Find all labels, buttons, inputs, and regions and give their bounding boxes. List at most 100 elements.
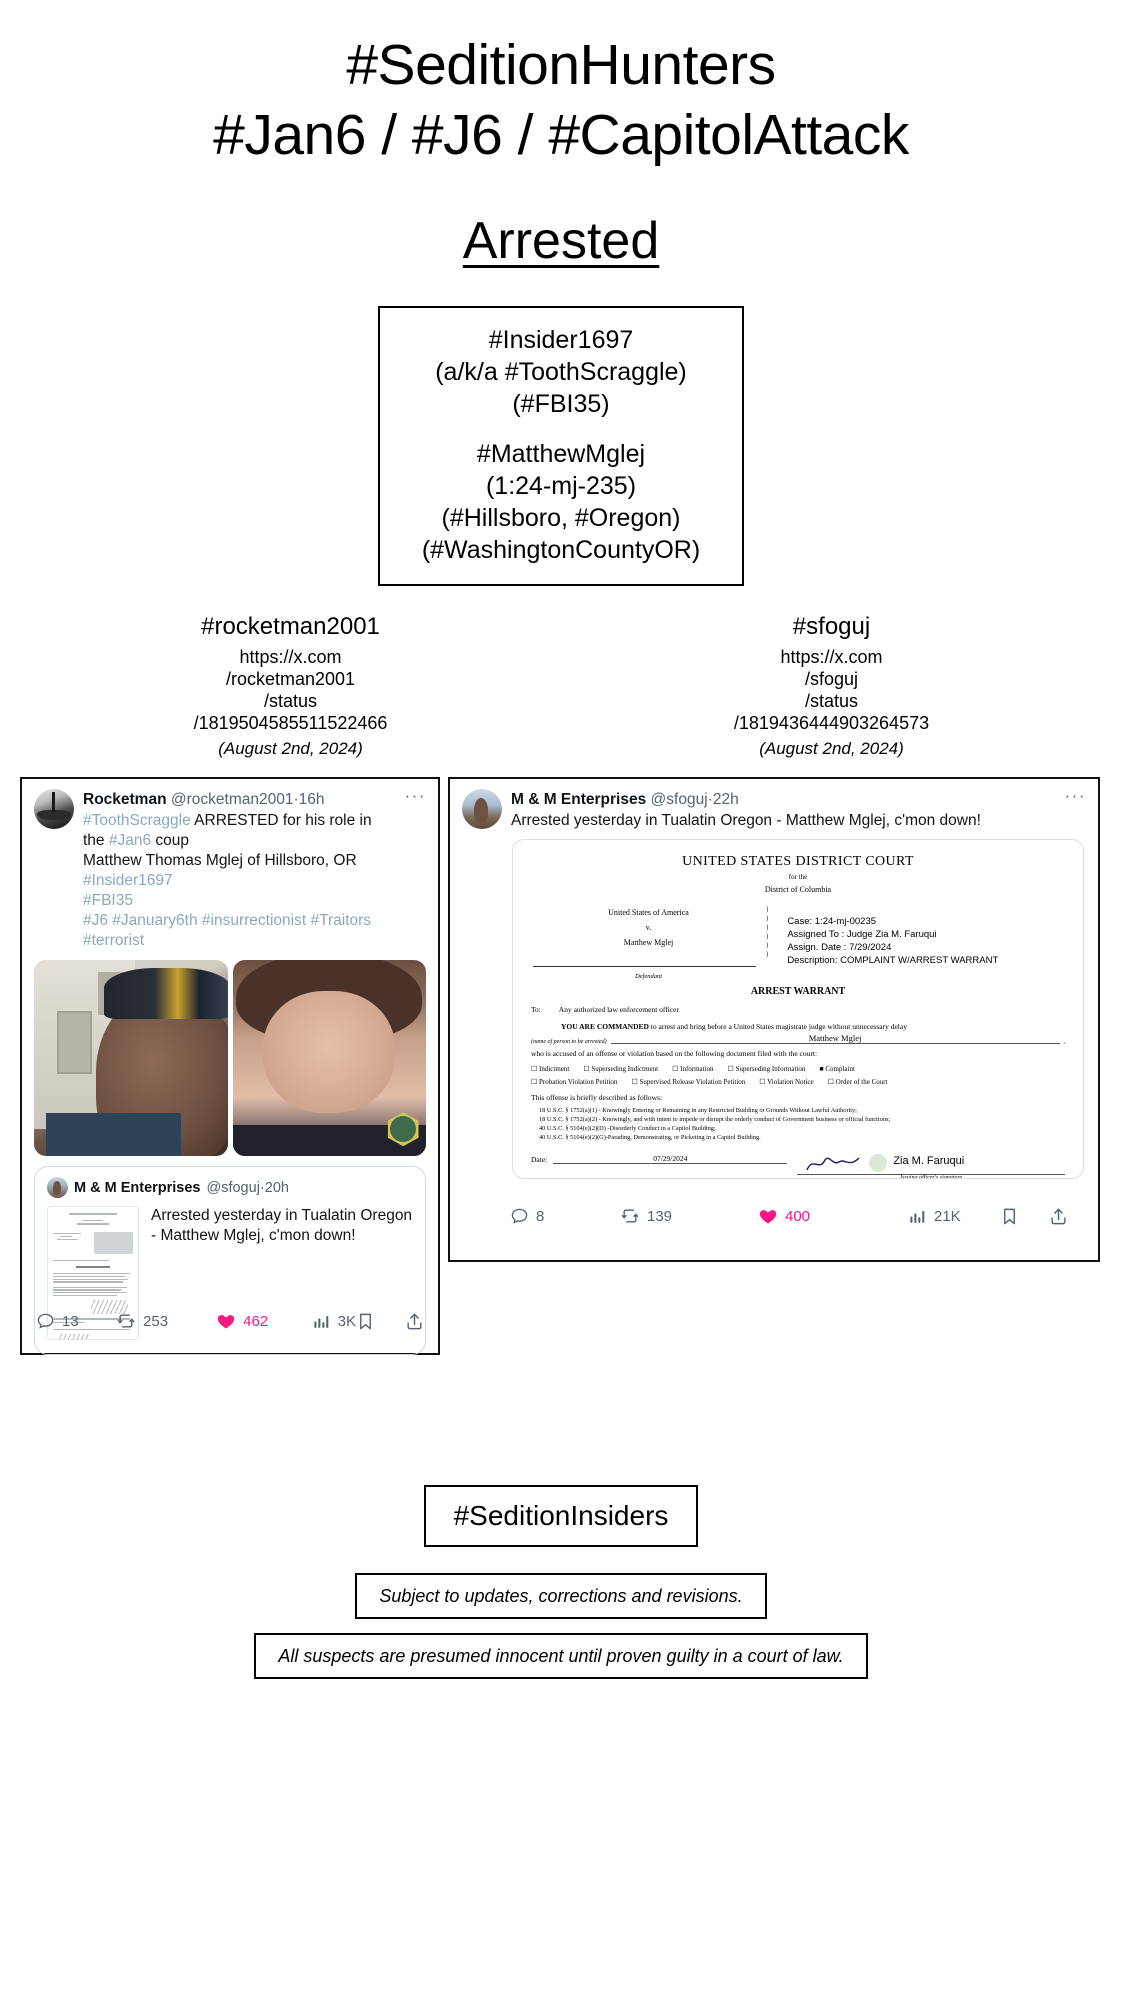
tweet-main: M & M Enterprises @sfoguj·22h Arrested y…	[511, 789, 1057, 831]
source-url-line-4: /1819436444903264573	[733, 713, 930, 733]
view-count: 3K	[337, 1312, 356, 1330]
checkbox-item[interactable]: ☐ Indictment	[531, 1065, 569, 1073]
warrant-signature-name: Zia M. Faruqui	[893, 1155, 965, 1167]
repost-action[interactable]: 139	[620, 1206, 758, 1226]
warrant-checkbox-row-1: ☐ Indictment ☐ Superseding Indictment ☐ …	[531, 1065, 1065, 1073]
warrant-checkbox-row-2: ☐ Probation Violation Petition ☐ Supervi…	[531, 1078, 1065, 1086]
share-action[interactable]	[405, 1312, 424, 1331]
share-icon	[407, 1313, 422, 1329]
avatar	[47, 1177, 68, 1198]
identity-line-2: (1:24-mj-235)	[485, 472, 637, 500]
poster-header: #SeditionHunters #Jan6 / #J6 / #CapitolA…	[0, 0, 1122, 170]
reply-icon	[511, 1208, 528, 1224]
source-url-line-3: /status	[804, 691, 859, 711]
checkbox-item[interactable]: ☐ Information	[672, 1065, 713, 1073]
repost-action[interactable]: 253	[116, 1311, 216, 1331]
identity-group: #MatthewMglej (1:24-mj-235) (#Hillsboro,…	[402, 438, 720, 566]
signature-icon	[806, 1157, 860, 1171]
warrant-for-the: for the	[788, 873, 808, 881]
warrant-defendant-label: Defendant	[634, 973, 663, 980]
handle[interactable]: @sfoguj	[651, 791, 708, 808]
warrant-date-label: Date:	[531, 1155, 548, 1164]
arrest-warrant-document[interactable]: UNITED STATES DISTRICT COURT for the Dis…	[512, 839, 1084, 1179]
hashtag-group-1[interactable]: #J6 #January6th #insurrectionist #Traito…	[83, 912, 371, 929]
warrant-city-label: City and state:	[531, 1177, 574, 1178]
timestamp: 20h	[264, 1179, 289, 1196]
more-options-icon[interactable]: ···	[397, 787, 426, 951]
updates-disclaimer-box: Subject to updates, corrections and revi…	[355, 1573, 767, 1619]
alias-line-3: (#FBI35)	[512, 390, 610, 418]
header-line-1: #SeditionHunters	[346, 33, 776, 97]
source-links: #rocketman2001 https://x.com /rocketman2…	[0, 612, 1122, 761]
checkbox-item[interactable]: ☐ Supervised Release Violation Petition	[631, 1078, 745, 1086]
handle[interactable]: @rocketman2001	[171, 791, 294, 808]
reply-action[interactable]: 8	[510, 1207, 620, 1226]
warrant-court-title: UNITED STATES DISTRICT COURT	[682, 854, 914, 869]
reply-count: 8	[536, 1207, 545, 1225]
source-url-line-3: /status	[263, 691, 318, 711]
warrant-assigned-to: Assigned To : Judge Zia M. Faruqui	[787, 929, 937, 940]
warrant-charges: 18 U.S.C. § 1752(a)(1) - Knowingly Enter…	[531, 1106, 1065, 1142]
checkbox-item[interactable]: ☐ Violation Notice	[759, 1078, 813, 1086]
display-name[interactable]: M & M Enterprises	[511, 791, 646, 808]
share-action[interactable]	[1049, 1207, 1068, 1226]
tweet-card-rocketman[interactable]: Rocketman @rocketman2001·16h #ToothScrag…	[20, 777, 440, 1355]
warrant-date-value: 07/29/2024	[553, 1154, 788, 1164]
source-url-line-4: /1819504585511522466	[193, 713, 388, 733]
poster-footer: #SeditionInsiders Subject to updates, co…	[0, 1485, 1122, 1679]
repost-count: 139	[647, 1207, 673, 1225]
timestamp: 22h	[712, 791, 739, 808]
reply-count: 13	[62, 1312, 79, 1330]
warrant-accused-line: who is accused of an offense or violatio…	[531, 1049, 818, 1058]
photo-mugshot[interactable]	[232, 960, 426, 1156]
engagement-bar: 13 253 462 3K	[22, 1311, 438, 1331]
source-url-line-2: /sfoguj	[804, 669, 859, 689]
repost-icon	[621, 1209, 639, 1223]
like-count: 400	[785, 1207, 811, 1225]
checkbox-item[interactable]: ☐ Superseding Indictment	[583, 1065, 658, 1073]
tweet-cards: Rocketman @rocketman2001·16h #ToothScrag…	[0, 777, 1122, 1467]
like-action[interactable]: 462	[216, 1311, 312, 1331]
avatar[interactable]	[34, 789, 74, 829]
warrant-arrestee-name: Matthew Mglej	[610, 1033, 1060, 1044]
bookmark-action[interactable]	[356, 1312, 375, 1331]
warrant-versus: v.	[645, 923, 652, 932]
alias-group: #Insider1697 (a/k/a #ToothScraggle) (#FB…	[402, 324, 720, 420]
more-options-icon[interactable]: ···	[1057, 787, 1086, 831]
warrant-signature-caption: Issuing officer's signature	[900, 1175, 963, 1179]
views-action[interactable]: 3K	[312, 1312, 356, 1331]
hashtag-jan6[interactable]: #Jan6	[109, 832, 151, 849]
engagement-bar: 8 139 400 21K	[496, 1206, 1098, 1226]
display-name[interactable]: Rocketman	[83, 791, 167, 808]
checkbox-item[interactable]: ☐ Order of the Court	[828, 1078, 888, 1086]
source-column-left: #rocketman2001 https://x.com /rocketman2…	[20, 612, 561, 761]
checkbox-item[interactable]: ☐ Probation Violation Petition	[531, 1078, 617, 1086]
photo-selfie[interactable]	[34, 960, 228, 1156]
source-url-line-1: https://x.com	[239, 647, 342, 667]
like-action[interactable]: 400	[758, 1206, 908, 1226]
tweet-main: Rocketman @rocketman2001·16h #ToothScrag…	[83, 789, 397, 951]
presumption-disclaimer-box: All suspects are presumed innocent until…	[254, 1633, 868, 1679]
hashtag-fbi35[interactable]: #FBI35	[83, 892, 133, 909]
checkbox-item-checked[interactable]: ■ Complaint	[819, 1065, 855, 1073]
warrant-to-value: Any authorized law enforcement officer	[558, 1005, 680, 1014]
warrant-commanded-rest: to arrest and bring before a United Stat…	[650, 1022, 907, 1031]
views-action[interactable]: 21K	[908, 1207, 961, 1226]
share-icon	[1051, 1208, 1066, 1224]
hashtag-insider1697[interactable]: #Insider1697	[83, 872, 173, 889]
avatar[interactable]	[462, 789, 502, 829]
hashtag-terrorist[interactable]: #terrorist	[83, 932, 144, 949]
bookmark-action[interactable]	[1000, 1207, 1019, 1226]
bookmark-icon	[360, 1313, 371, 1329]
views-icon	[314, 1315, 328, 1328]
reply-action[interactable]: 13	[36, 1312, 116, 1331]
checkbox-item[interactable]: ☐ Superseding Information	[728, 1065, 806, 1073]
tweet-header: Rocketman @rocketman2001·16h #ToothScrag…	[22, 779, 438, 951]
bookmark-icon	[1004, 1208, 1015, 1224]
info-box-wrapper: #Insider1697 (a/k/a #ToothScraggle) (#FB…	[0, 306, 1122, 586]
tweet-card-sfoguj[interactable]: M & M Enterprises @sfoguj·22h Arrested y…	[448, 777, 1100, 1262]
source-handle: #sfoguj	[792, 613, 871, 640]
source-handle: #rocketman2001	[201, 613, 380, 640]
warrant-plaintiff: United States of America	[608, 908, 689, 917]
hashtag-toothscraggle[interactable]: #ToothScraggle	[83, 812, 191, 829]
